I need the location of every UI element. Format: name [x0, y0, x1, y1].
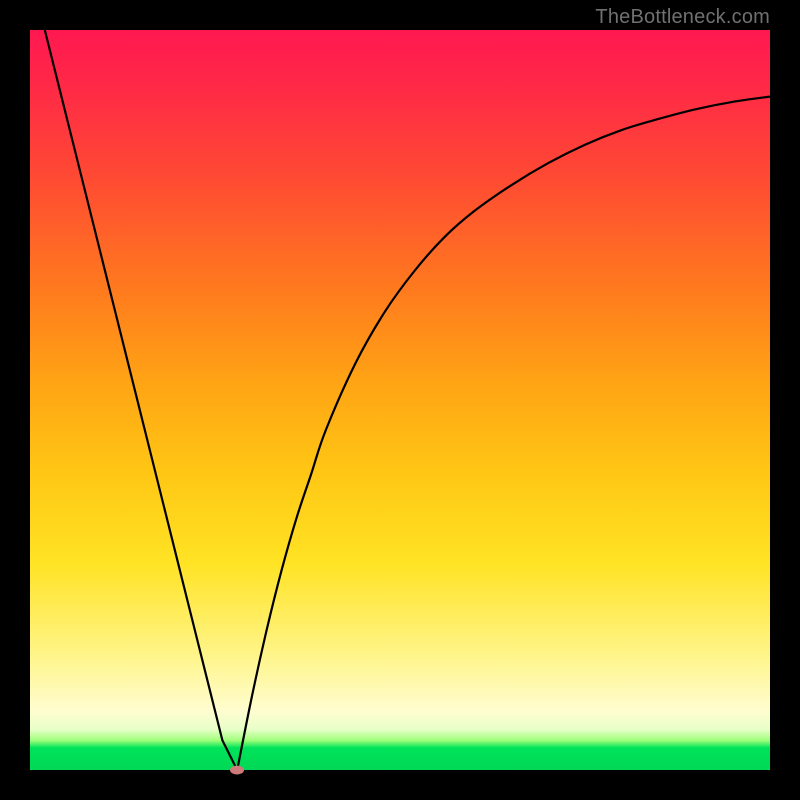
bottleneck-curve: [30, 30, 770, 770]
chart-frame: TheBottleneck.com: [0, 0, 800, 800]
plot-area: [30, 30, 770, 770]
optimum-marker: [230, 766, 244, 775]
attribution-text: TheBottleneck.com: [595, 6, 770, 29]
